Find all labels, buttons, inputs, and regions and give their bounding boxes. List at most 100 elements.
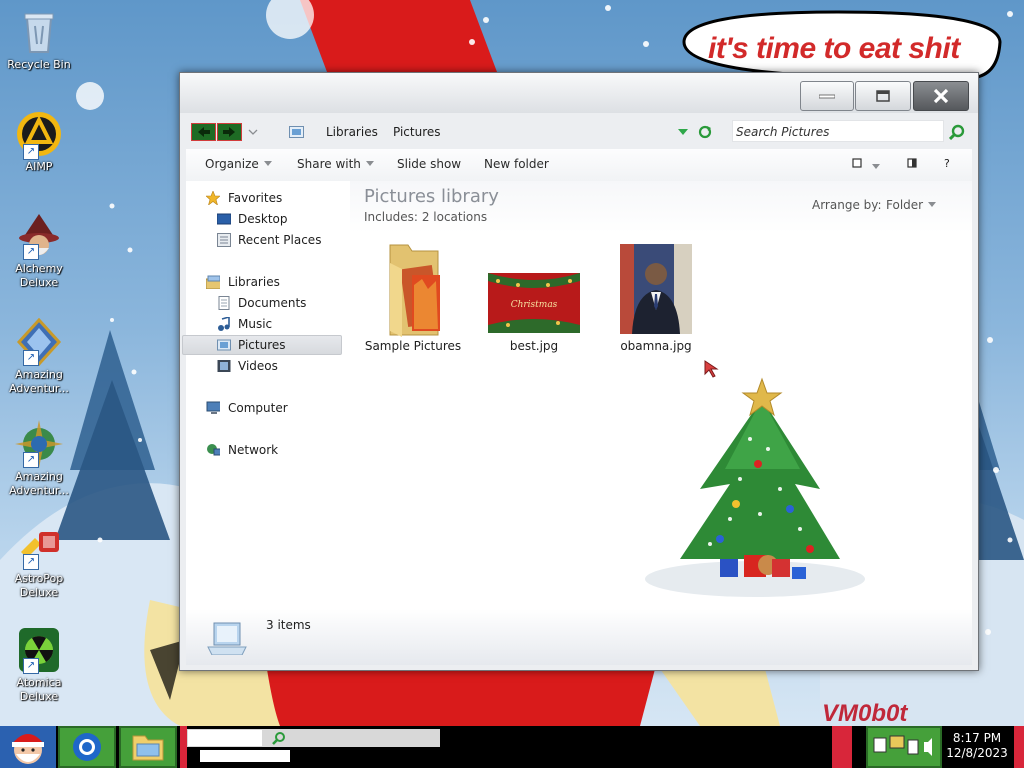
videos-icon bbox=[217, 360, 231, 372]
view-icon[interactable] bbox=[852, 158, 862, 168]
preview-pane-icon[interactable] bbox=[907, 158, 917, 168]
slide-show-button[interactable]: Slide show bbox=[397, 157, 461, 171]
refresh-icon[interactable] bbox=[698, 125, 712, 139]
desktop-icon-label: Amazing Adventur... bbox=[9, 368, 69, 395]
star-icon bbox=[206, 191, 220, 205]
banner-text: it's time to eat shit bbox=[708, 32, 960, 65]
back-arrow-icon bbox=[198, 127, 210, 137]
file-item-sample-pictures[interactable]: Sample Pictures bbox=[358, 241, 468, 353]
amazing-adventures-globe-icon: ↗ bbox=[15, 420, 63, 468]
santa-start-icon bbox=[12, 734, 44, 764]
nav-label: Computer bbox=[228, 401, 288, 415]
clock-date: 12/8/2023 bbox=[946, 746, 1008, 760]
image-thumbnail-portrait bbox=[620, 244, 692, 334]
recent-places-icon bbox=[217, 233, 231, 247]
nav-label: Pictures bbox=[238, 338, 286, 352]
search-icon[interactable] bbox=[949, 124, 965, 140]
libraries-icon bbox=[206, 275, 220, 289]
notification-area bbox=[866, 726, 942, 768]
view-dropdown-icon[interactable] bbox=[872, 160, 880, 174]
share-with-button[interactable]: Share with bbox=[297, 157, 374, 171]
atomica-icon: ↗ bbox=[15, 626, 63, 674]
recycle-bin-icon bbox=[15, 8, 63, 56]
show-hidden-icons-button[interactable] bbox=[832, 726, 852, 768]
file-item-obamna-jpg[interactable]: obamna.jpg bbox=[601, 244, 711, 353]
maximize-button[interactable] bbox=[855, 81, 911, 111]
organize-label: Organize bbox=[205, 157, 259, 171]
taskbar-address-input[interactable] bbox=[188, 730, 262, 746]
image-thumbnail-christmas: Christmas bbox=[488, 273, 580, 333]
organize-button[interactable]: Organize bbox=[205, 157, 272, 171]
desktop-icon-label: Amazing Adventur... bbox=[9, 470, 69, 497]
aimp-icon: ↗ bbox=[15, 110, 63, 160]
arrange-by-label: Arrange by: bbox=[812, 198, 882, 212]
taskbar-toolbar-strip bbox=[200, 750, 290, 762]
desktop-icon-amazing-adventures-1[interactable]: ↗ Amazing Adventur... bbox=[4, 317, 74, 396]
forward-arrow-icon bbox=[223, 127, 235, 137]
desktop-icon-label: Alchemy Deluxe bbox=[15, 262, 63, 289]
tray-icons bbox=[873, 735, 932, 756]
arrange-by-dropdown[interactable]: Folder bbox=[886, 198, 937, 212]
desktop-icon-aimp[interactable]: ↗ AIMP bbox=[4, 110, 74, 174]
desktop-icon-alchemy-deluxe[interactable]: ↗ Alchemy Deluxe bbox=[4, 212, 74, 290]
christmas-tree-decoration bbox=[645, 377, 865, 597]
desktop-icon-atomica-deluxe[interactable]: ↗ Atomica Deluxe bbox=[4, 626, 74, 704]
locations-link[interactable]: 2 locations bbox=[422, 210, 487, 224]
desktop-icon-label: AIMP bbox=[25, 160, 53, 173]
minimize-icon bbox=[819, 94, 835, 99]
new-folder-button[interactable]: New folder bbox=[484, 157, 549, 171]
taskbar-browser-button[interactable] bbox=[58, 726, 116, 768]
arrange-by-value: Folder bbox=[886, 198, 924, 212]
nav-label: Recent Places bbox=[238, 233, 322, 247]
desktop-icon-recycle-bin[interactable]: Recycle Bin bbox=[4, 8, 74, 72]
library-pictures-icon bbox=[289, 126, 304, 138]
breadcrumb-libraries[interactable]: Libraries bbox=[326, 125, 378, 139]
back-button[interactable] bbox=[191, 123, 216, 141]
network-icon bbox=[207, 444, 220, 456]
desktop-icon-label: Atomica Deluxe bbox=[16, 676, 62, 703]
desktop-icon-amazing-adventures-2[interactable]: ↗ Amazing Adventur... bbox=[4, 420, 74, 498]
explorer-window: Libraries Pictures Search Pictures Organ… bbox=[179, 72, 979, 671]
file-name: obamna.jpg bbox=[620, 339, 692, 353]
alchemy-icon: ↗ bbox=[15, 212, 63, 260]
file-name: Sample Pictures bbox=[364, 339, 462, 353]
desktop-icon-astropop-deluxe[interactable]: ↗ AstroPop Deluxe bbox=[4, 522, 74, 600]
nav-label: Music bbox=[238, 317, 273, 331]
nav-label: Favorites bbox=[228, 191, 283, 205]
nav-label: Libraries bbox=[228, 275, 280, 289]
documents-icon bbox=[218, 296, 230, 310]
desktop-icon-label: Recycle Bin bbox=[7, 58, 71, 71]
search-placeholder: Search Pictures bbox=[736, 125, 830, 139]
mouse-cursor-icon bbox=[704, 360, 719, 378]
maximize-icon bbox=[876, 90, 890, 102]
taskbar-clock[interactable]: 8:17 PM 12/8/2023 bbox=[944, 731, 1010, 761]
explorer-folder-icon bbox=[132, 735, 164, 761]
recent-pages-dropdown-icon[interactable] bbox=[248, 128, 258, 136]
taskbar-explorer-button[interactable] bbox=[119, 726, 177, 768]
library-title: Pictures library bbox=[364, 186, 499, 207]
item-count: 3 items bbox=[266, 618, 311, 632]
start-button[interactable] bbox=[0, 726, 56, 768]
nav-label: Desktop bbox=[238, 212, 288, 226]
library-includes: Includes: 2 locations bbox=[364, 210, 487, 224]
breadcrumb-pictures[interactable]: Pictures bbox=[393, 125, 441, 139]
wallpaper-signature: VM0b0t bbox=[822, 700, 908, 726]
pictures-icon bbox=[217, 339, 231, 351]
astropop-icon: ↗ bbox=[15, 522, 63, 570]
svg-text:Christmas: Christmas bbox=[511, 300, 558, 310]
share-with-label: Share with bbox=[297, 157, 361, 171]
library-status-icon bbox=[207, 622, 247, 655]
taskbar-search-icon[interactable] bbox=[272, 731, 286, 745]
show-desktop-button[interactable] bbox=[1014, 726, 1024, 768]
forward-button[interactable] bbox=[217, 123, 242, 141]
file-item-best-jpg[interactable]: Christmas best.jpg bbox=[479, 273, 589, 353]
nav-label: Videos bbox=[238, 359, 278, 373]
amazing-adventures-icon: ↗ bbox=[15, 317, 63, 367]
close-icon bbox=[933, 88, 949, 104]
address-dropdown-icon[interactable] bbox=[678, 129, 688, 135]
help-button[interactable]: ? bbox=[944, 157, 950, 170]
minimize-button[interactable] bbox=[800, 81, 854, 111]
music-icon bbox=[218, 317, 230, 331]
close-button[interactable] bbox=[913, 81, 969, 111]
computer-icon bbox=[206, 401, 220, 414]
